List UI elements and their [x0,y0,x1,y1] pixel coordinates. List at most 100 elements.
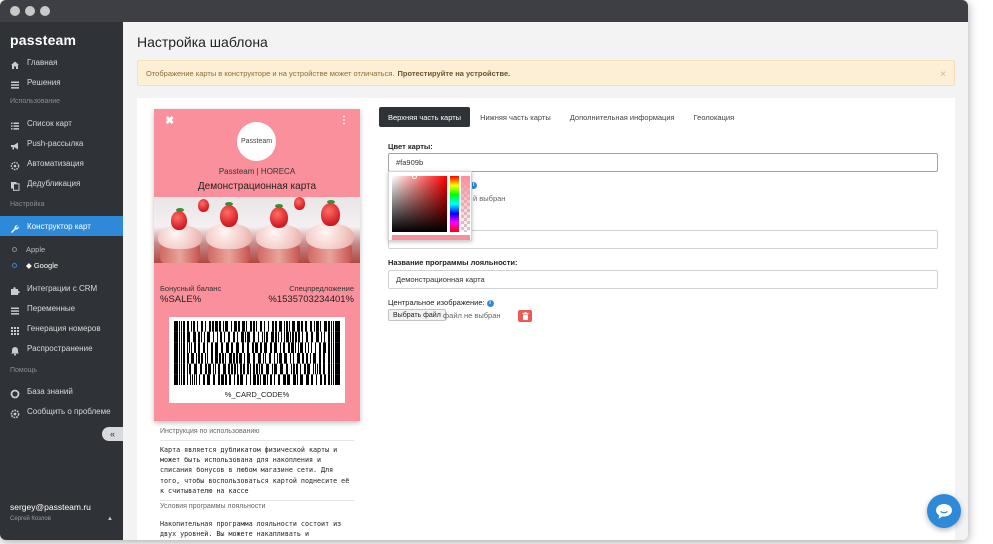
page-title: Настройка шаблона [137,34,268,50]
sidebar-section-settings: Настройка [10,201,45,208]
delete-image-button[interactable] [518,310,532,322]
sidebar-subitem-google[interactable]: ◆ Google [12,258,58,272]
main-content: Настройка шаблона Отображение карты в ко… [123,22,968,540]
card-color-input[interactable] [388,153,938,172]
sidebar-item-distribution[interactable]: Распространение [0,338,123,358]
tab-card-bottom[interactable]: Нижняя часть карты [471,107,560,127]
app-window: passteam Главная Решения Использование С… [0,0,968,540]
alert-link[interactable]: Протестируйте на устройстве. [397,69,510,78]
card-strip-image[interactable] [154,197,360,263]
color-picker-popup [388,171,472,241]
sidebar-item-automation[interactable]: Автоматизация [0,153,123,173]
sidebar-item-label: Генерация номеров [27,323,101,333]
card-logo-text: Passteam [240,138,273,145]
hue-slider[interactable] [450,176,459,232]
list-icon [10,303,20,315]
tab-geolocation[interactable]: Геолокация [685,107,744,127]
card-close-icon[interactable]: ✖ [165,114,174,127]
user-email[interactable]: sergey@passteam.ru [10,502,91,512]
list-icon [10,118,20,130]
sidebar-item-home[interactable]: Главная [0,52,123,72]
title-bar [0,0,968,22]
central-image-label: Центральное изображение: i [388,298,494,307]
card-color-label: Цвет карты: [388,142,433,151]
trash-icon [522,312,528,320]
sidebar-item-label: Главная [27,57,58,67]
sidebar-subitem-apple[interactable]: Apple [12,242,45,256]
picker-handle[interactable] [412,174,417,179]
strawberry-image [220,205,238,227]
sidebar-item-variables[interactable]: Переменные [0,298,123,318]
choose-file-button[interactable]: Выбрать файл [388,309,446,321]
card-field-label: Бонусный баланс [160,284,222,293]
divider [160,500,354,501]
sidebar-item-label: Автоматизация [27,158,84,168]
card-logo[interactable]: Passteam [237,122,276,161]
sidebar-item-label: Интеграции с CRM [27,283,98,293]
sidebar-item-report-problem[interactable]: Сообщить о проблеме [0,401,123,421]
sidebar-item-label: База знаний [27,386,73,396]
conditions-header: Условия программы лояльности [160,503,266,510]
sidebar-subitem-label: Apple [26,244,46,254]
alert-banner: Отображение карты в конструкторе и на ус… [137,60,955,86]
strawberry-image [171,211,187,230]
info-icon[interactable]: i [486,299,494,307]
alert-close-icon[interactable]: × [940,69,946,80]
sidebar-item-number-gen[interactable]: Генерация номеров [0,318,123,338]
card-preview: ✖ ⋮ Passteam Passteam | HORECA Демонстра… [154,109,360,421]
strawberry-image [198,199,209,212]
sidebar-item-label: Распространение [27,343,93,353]
puzzle-icon [10,283,20,295]
strawberry-image [321,203,340,226]
card-field-value: %SALE% [160,294,202,305]
tab-card-top[interactable]: Верхняя часть карты [379,107,471,127]
tab-additional-info[interactable]: Дополнительная информация [561,107,684,127]
wrench-icon [10,221,20,233]
chat-button[interactable] [927,494,961,528]
leaf-image [176,208,184,212]
logo: passteam [10,32,77,48]
copy-icon [10,178,20,191]
sidebar-item-solutions[interactable]: Решения [0,72,123,92]
cupcake-image [306,223,354,249]
leaf-image [327,200,335,204]
window-close-button[interactable] [10,6,20,16]
user-menu-caret-icon[interactable]: ▲ [107,516,113,522]
card-menu-icon[interactable]: ⋮ [339,115,349,126]
sidebar-item-push[interactable]: Push-рассылка [0,133,123,153]
window-maximize-button[interactable] [40,6,50,16]
strawberry-image [294,197,305,210]
card-program-name: Демонстрационная карта [197,181,317,192]
logo-file-status: й выбран [473,194,506,203]
card-field-label: Спецпредложение [289,284,354,293]
sidebar-item-dedup[interactable]: Дедубликация [0,173,123,193]
barcode-image [174,321,340,385]
strawberry-image [270,207,288,228]
sidebar-section-usage: Использование [10,98,61,105]
color-preview [392,235,470,240]
sidebar-item-label: Список карт [27,118,72,128]
sidebar-item-card-builder[interactable]: Конструктор карт [0,216,123,236]
instructions-text[interactable]: Карта является дубликатом физической кар… [160,445,356,496]
program-name-input[interactable] [388,270,938,289]
saturation-value-area[interactable] [392,174,447,232]
sidebar-item-knowledge-base[interactable]: База знаний [0,381,123,401]
conditions-text[interactable]: Накопительная программа лояльности состо… [160,519,356,540]
megaphone-icon [10,138,20,150]
sidebar-item-label: Переменные [27,303,76,313]
sidebar-item-card-list[interactable]: Список карт [0,113,123,133]
sidebar-item-label: Решения [27,77,61,87]
sidebar-subitem-label: ◆ Google [26,260,59,270]
sidebar-item-crm[interactable]: Интеграции с CRM [0,278,123,298]
lifebuoy-icon [10,386,20,399]
radio-icon [12,246,17,252]
list-icon [10,77,20,89]
instructions-header: Инструкция по использованию [160,428,260,435]
sidebar-section-help: Помощь [10,367,38,374]
alpha-slider[interactable] [461,176,470,232]
window-minimize-button[interactable] [25,6,35,16]
gear-icon [10,158,20,171]
barcode[interactable]: %_CARD_CODE% [169,317,345,403]
collapse-sidebar-button[interactable]: « [102,427,123,441]
alert-text: Отображение карты в конструкторе и на ус… [146,68,395,78]
